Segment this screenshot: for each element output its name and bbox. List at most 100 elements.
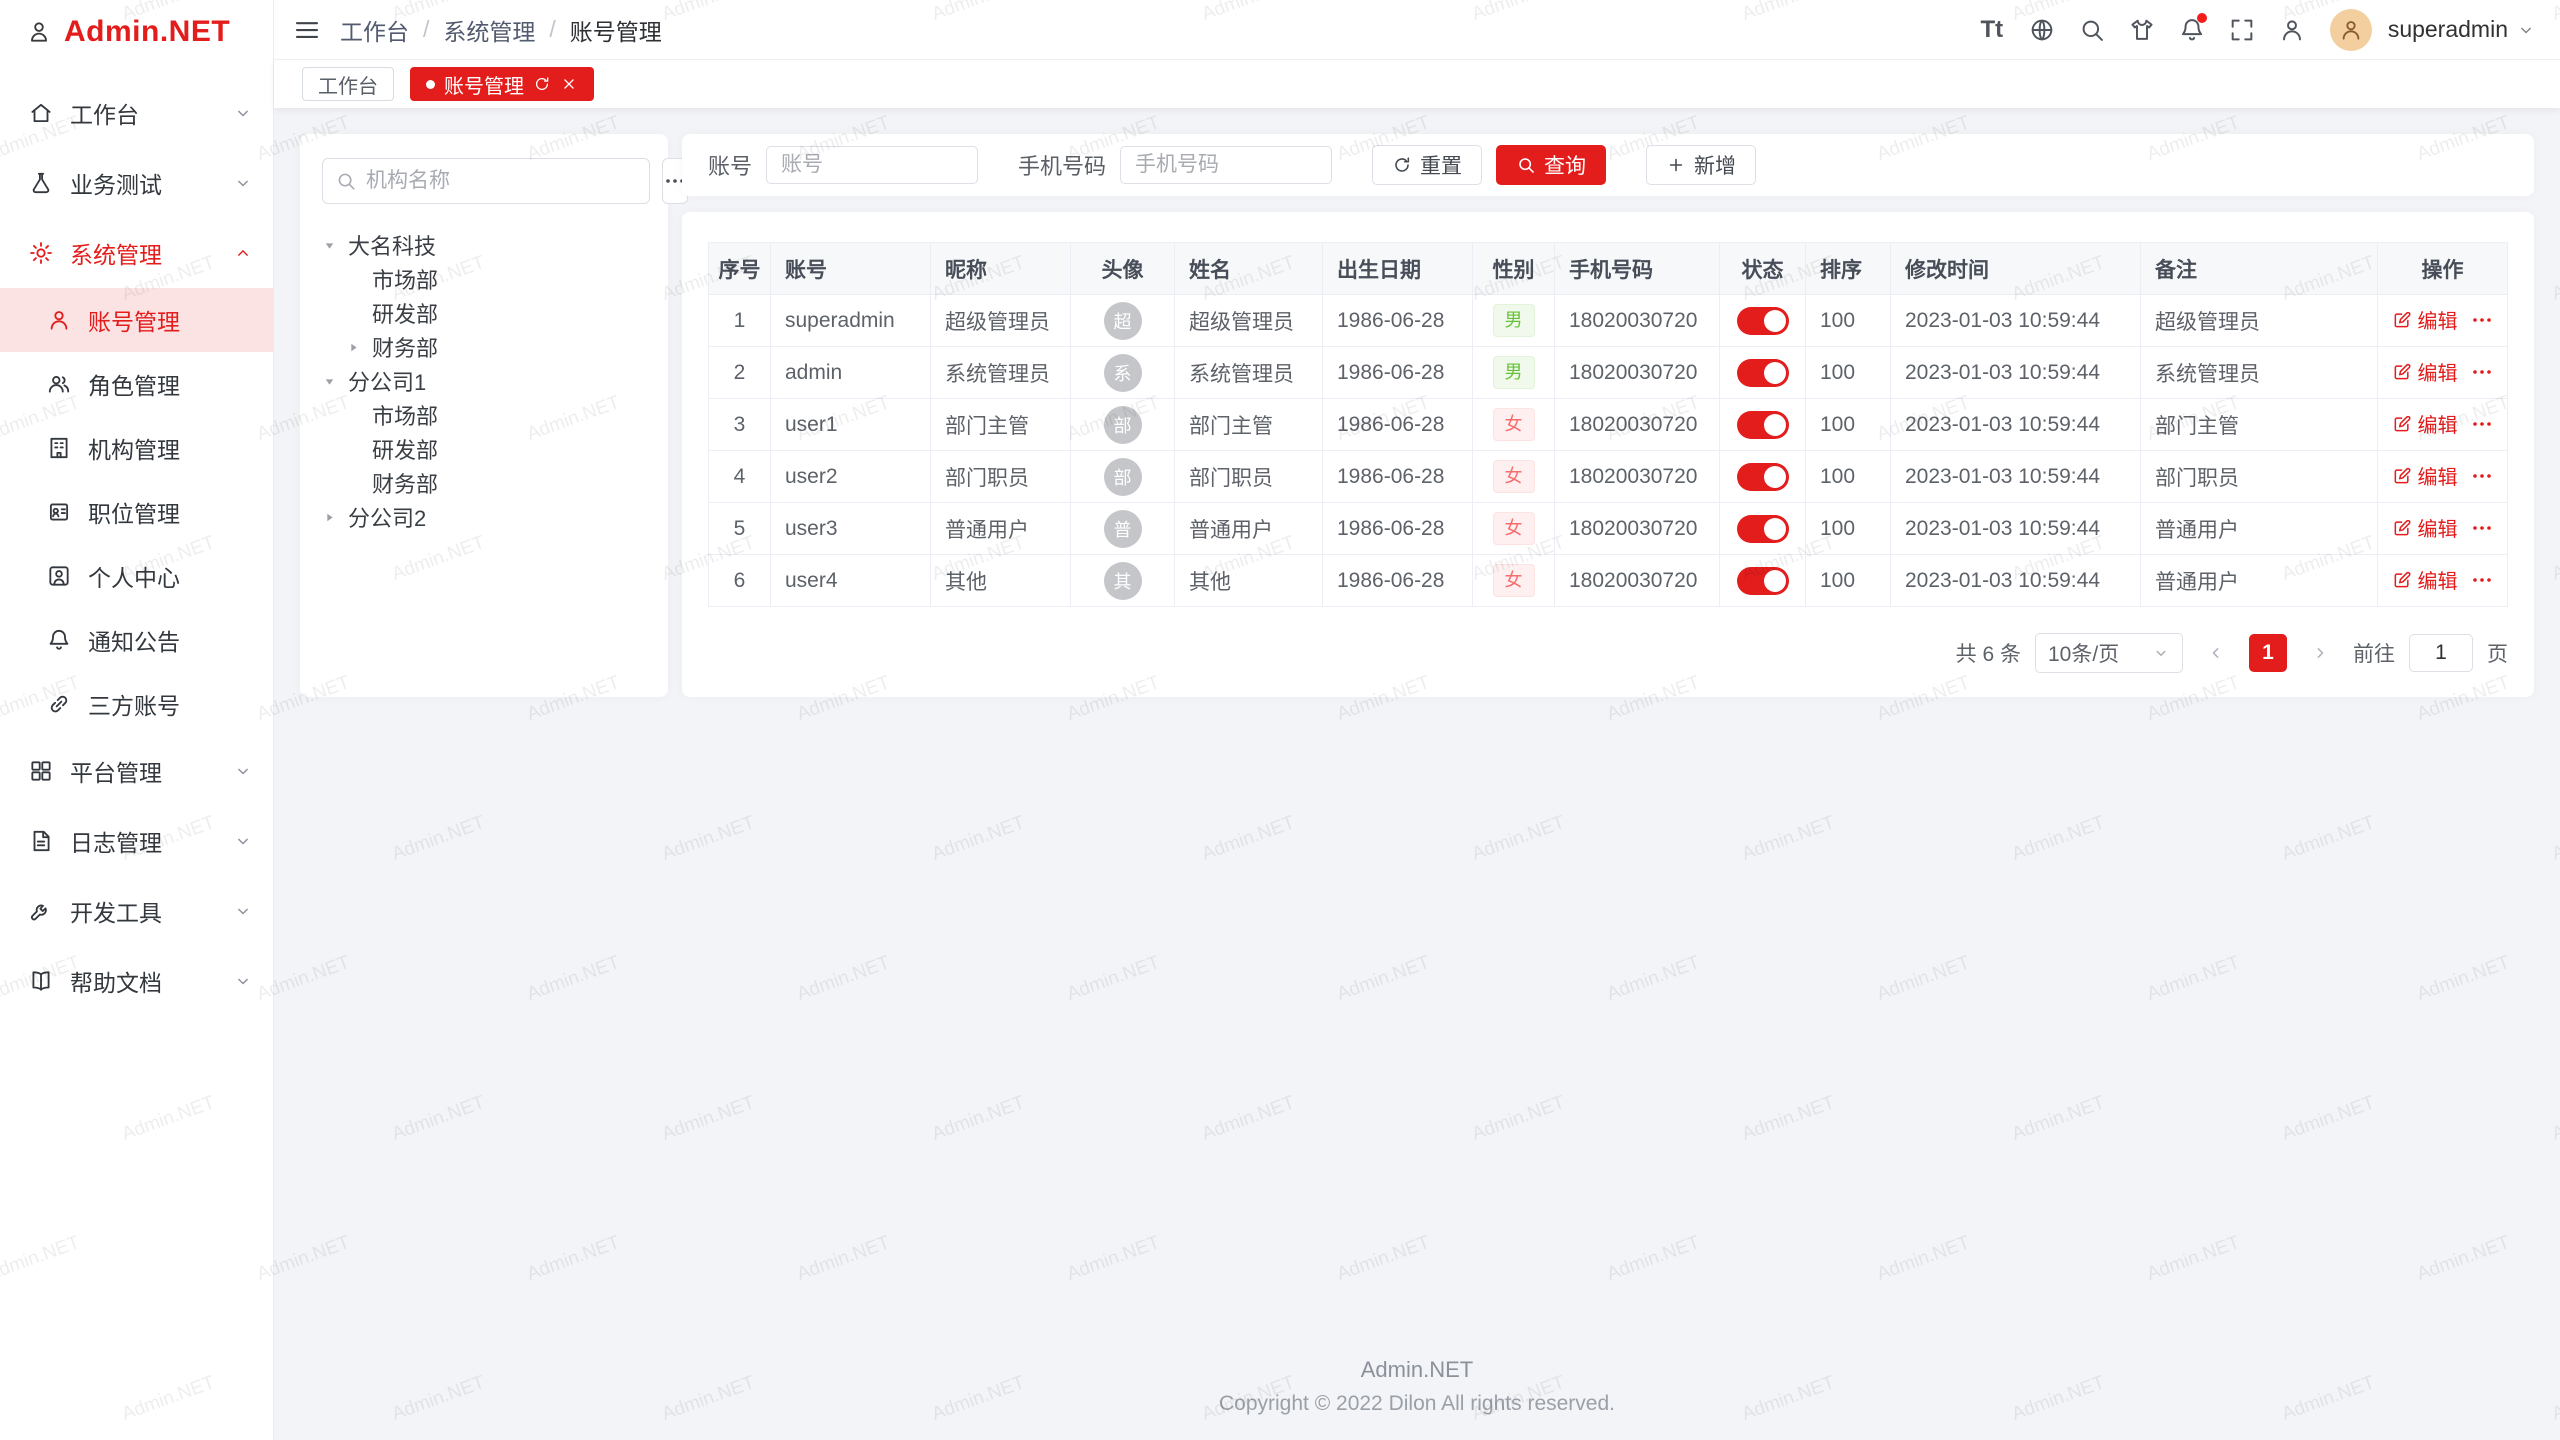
- search-button[interactable]: 查询: [1496, 145, 1606, 185]
- wrench-icon: [28, 898, 54, 924]
- sidebar-item-org-manage[interactable]: 机构管理: [0, 416, 273, 480]
- edit-button[interactable]: 编辑: [2392, 357, 2458, 386]
- footer: Admin.NET Copyright © 2022 Dilon All rig…: [300, 1339, 2534, 1440]
- status-toggle[interactable]: [1737, 307, 1789, 335]
- edit-button[interactable]: 编辑: [2392, 461, 2458, 490]
- cell-account: user2: [771, 451, 931, 503]
- sidebar-item-log-manage[interactable]: 日志管理: [0, 806, 273, 876]
- edit-button[interactable]: 编辑: [2392, 565, 2458, 594]
- row-more-button[interactable]: [2470, 464, 2494, 488]
- bell-icon[interactable]: [2170, 8, 2214, 52]
- logo-icon: [26, 19, 52, 45]
- cell-birth: 1986-06-28: [1323, 555, 1473, 607]
- sidebar-item-notice[interactable]: 通知公告: [0, 608, 273, 672]
- goto-page-input[interactable]: [2409, 634, 2473, 672]
- gender-tag: 男: [1493, 304, 1535, 336]
- log-icon: [28, 828, 54, 854]
- edit-button[interactable]: 编辑: [2392, 409, 2458, 438]
- tab-account-manage[interactable]: 账号管理: [410, 67, 594, 101]
- chevron-down-icon[interactable]: [2516, 20, 2536, 40]
- content-row: 大名科技市场部研发部财务部分公司1市场部研发部财务部分公司2 账号 手机号码 重…: [300, 134, 2534, 697]
- cell-sort: 100: [1806, 399, 1891, 451]
- sidebar-item-platform-manage[interactable]: 平台管理: [0, 736, 273, 806]
- tabs-bar: 工作台 账号管理: [274, 60, 2560, 108]
- status-toggle[interactable]: [1737, 515, 1789, 543]
- sidebar-item-user-center[interactable]: 个人中心: [0, 544, 273, 608]
- org-search-input[interactable]: [366, 169, 637, 193]
- sidebar-item-post-manage[interactable]: 职位管理: [0, 480, 273, 544]
- cell-status: [1720, 347, 1806, 399]
- theme-icon[interactable]: [2120, 8, 2164, 52]
- tree-node-label: 市场部: [372, 263, 438, 295]
- logo[interactable]: Admin.NET: [0, 0, 273, 64]
- tree-node-label: 财务部: [372, 467, 438, 499]
- row-more-button[interactable]: [2470, 412, 2494, 436]
- caret-down-icon[interactable]: [322, 374, 348, 389]
- row-actions: 编辑: [2392, 305, 2494, 334]
- sidebar-item-label: 帮助文档: [70, 964, 217, 998]
- breadcrumb-item[interactable]: 系统管理: [443, 13, 535, 47]
- caret-right-icon[interactable]: [346, 340, 372, 355]
- prev-page-button[interactable]: [2197, 634, 2235, 672]
- refresh-icon[interactable]: [533, 75, 551, 93]
- row-more-button[interactable]: [2470, 360, 2494, 384]
- status-toggle[interactable]: [1737, 567, 1789, 595]
- status-toggle[interactable]: [1737, 463, 1789, 491]
- hamburger-icon[interactable]: [292, 15, 322, 45]
- close-icon[interactable]: [560, 75, 578, 93]
- page-size-select[interactable]: 10条/页: [2035, 633, 2183, 673]
- reset-button[interactable]: 重置: [1372, 145, 1482, 185]
- tree-node[interactable]: 大名科技: [322, 228, 646, 262]
- tree-node[interactable]: 市场部: [322, 398, 646, 432]
- sidebar-item-role-manage[interactable]: 角色管理: [0, 352, 273, 416]
- status-toggle[interactable]: [1737, 411, 1789, 439]
- next-page-button[interactable]: [2301, 634, 2339, 672]
- username[interactable]: superadmin: [2388, 16, 2508, 43]
- cell-ops: 编辑: [2378, 503, 2508, 555]
- tab-workbench[interactable]: 工作台: [302, 67, 394, 101]
- org-search: [322, 158, 650, 204]
- edit-button[interactable]: 编辑: [2392, 305, 2458, 334]
- caret-right-icon[interactable]: [322, 510, 348, 525]
- sidebar-item-third-account[interactable]: 三方账号: [0, 672, 273, 736]
- sidebar-item-business-test[interactable]: 业务测试: [0, 148, 273, 218]
- add-button[interactable]: 新增: [1646, 145, 1756, 185]
- chevron-down-icon: [233, 761, 253, 781]
- tree-node[interactable]: 财务部: [322, 466, 646, 500]
- tree-node[interactable]: 财务部: [322, 330, 646, 364]
- tree-node[interactable]: 分公司2: [322, 500, 646, 534]
- page-button-1[interactable]: 1: [2249, 634, 2287, 672]
- tree-node[interactable]: 市场部: [322, 262, 646, 296]
- breadcrumb-item[interactable]: 账号管理: [570, 13, 662, 47]
- cell-index: 3: [709, 399, 771, 451]
- sidebar-item-label: 三方账号: [88, 687, 180, 721]
- edit-button[interactable]: 编辑: [2392, 513, 2458, 542]
- profile-icon[interactable]: [2270, 8, 2314, 52]
- account-input[interactable]: [766, 146, 978, 184]
- status-toggle[interactable]: [1737, 359, 1789, 387]
- avatar[interactable]: [2330, 9, 2372, 51]
- column-header-avatar: 头像: [1071, 243, 1175, 295]
- globe-icon[interactable]: [2020, 8, 2064, 52]
- caret-down-icon[interactable]: [322, 238, 348, 253]
- phone-input[interactable]: [1120, 146, 1332, 184]
- row-more-button[interactable]: [2470, 568, 2494, 592]
- sidebar-item-help-docs[interactable]: 帮助文档: [0, 946, 273, 1016]
- tab-label: 工作台: [318, 70, 378, 99]
- row-more-button[interactable]: [2470, 516, 2494, 540]
- sidebar-item-account-manage[interactable]: 账号管理: [0, 288, 273, 352]
- sidebar-item-system-manage[interactable]: 系统管理: [0, 218, 273, 288]
- cell-sort: 100: [1806, 451, 1891, 503]
- breadcrumb-item[interactable]: 工作台: [340, 13, 409, 47]
- cell-phone: 18020030720: [1555, 347, 1720, 399]
- sidebar-item-workbench[interactable]: 工作台: [0, 78, 273, 148]
- row-more-button[interactable]: [2470, 308, 2494, 332]
- cell-avatar: 其: [1071, 555, 1175, 607]
- sidebar-item-dev-tools[interactable]: 开发工具: [0, 876, 273, 946]
- tree-node[interactable]: 分公司1: [322, 364, 646, 398]
- font-size-icon[interactable]: Tt: [1970, 8, 2014, 52]
- search-icon[interactable]: [2070, 8, 2114, 52]
- tree-node[interactable]: 研发部: [322, 296, 646, 330]
- tree-node[interactable]: 研发部: [322, 432, 646, 466]
- fullscreen-icon[interactable]: [2220, 8, 2264, 52]
